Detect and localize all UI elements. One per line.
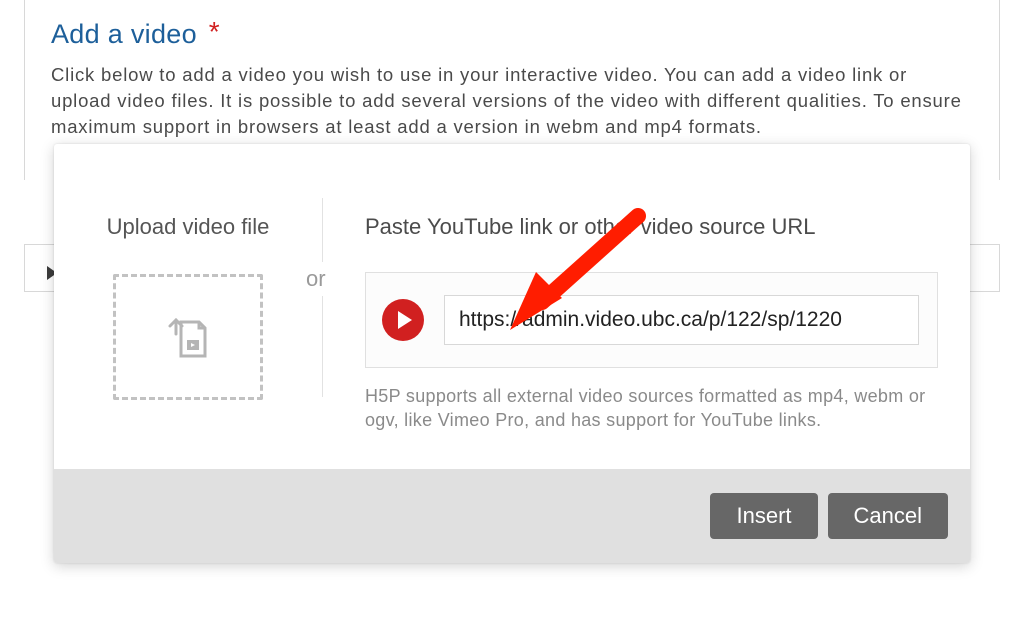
upload-dropzone[interactable] xyxy=(113,274,263,400)
insert-button[interactable]: Insert xyxy=(710,493,817,539)
panel-title: Add a video * xyxy=(51,18,973,50)
modal-footer: Insert Cancel xyxy=(54,469,970,563)
upload-file-icon xyxy=(161,310,215,364)
video-source-modal: Upload video file or Paste YouTube link … xyxy=(54,144,970,563)
upload-heading: Upload video file xyxy=(54,214,322,240)
upload-section: Upload video file xyxy=(54,184,322,433)
or-label: or xyxy=(306,262,326,296)
panel-description: Click below to add a video you wish to u… xyxy=(51,62,973,140)
url-hint: H5P supports all external video sources … xyxy=(365,384,938,433)
cancel-button[interactable]: Cancel xyxy=(828,493,948,539)
video-url-input[interactable] xyxy=(444,295,919,345)
url-section: Paste YouTube link or other video source… xyxy=(323,184,970,433)
required-star: * xyxy=(209,16,220,47)
play-icon xyxy=(382,299,424,341)
modal-body: Upload video file or Paste YouTube link … xyxy=(54,144,970,469)
paste-heading: Paste YouTube link or other video source… xyxy=(365,214,938,240)
url-input-row xyxy=(365,272,938,368)
divider: or xyxy=(322,198,323,397)
panel-title-text: Add a video xyxy=(51,19,197,49)
